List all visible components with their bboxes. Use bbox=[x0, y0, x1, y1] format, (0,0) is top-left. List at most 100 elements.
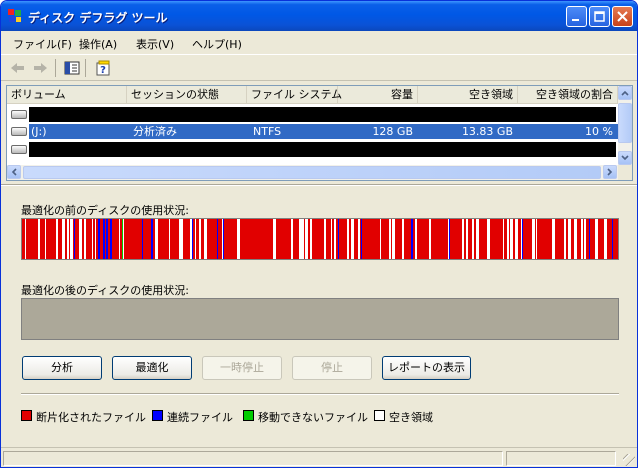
unmovable-stripe bbox=[122, 219, 123, 259]
after-usage-map bbox=[21, 298, 619, 340]
cluster-stripe bbox=[449, 219, 450, 259]
defragment-button[interactable]: 最適化 bbox=[112, 356, 192, 380]
column-header-volume[interactable]: ボリューム bbox=[7, 86, 127, 104]
cluster-stripe bbox=[74, 219, 75, 259]
cluster-stripe bbox=[568, 219, 571, 259]
column-header-free-space[interactable]: 空き領域 bbox=[418, 86, 518, 104]
column-header-session-state[interactable]: セッションの状態 bbox=[127, 86, 247, 104]
horizontal-scrollbar[interactable] bbox=[7, 165, 618, 180]
fragmentation-map bbox=[25, 219, 613, 259]
minimize-button[interactable] bbox=[566, 6, 587, 27]
vertical-scrollbar[interactable] bbox=[618, 86, 632, 165]
defrag-app-icon bbox=[8, 9, 21, 22]
forward-arrow-icon[interactable] bbox=[31, 59, 49, 77]
title-bar[interactable]: ディスク デフラグ ツール bbox=[1, 1, 637, 31]
cluster-stripe bbox=[532, 219, 534, 259]
pane-splitter[interactable] bbox=[1, 184, 637, 186]
cluster-stripe bbox=[70, 219, 73, 259]
cluster-stripe bbox=[305, 219, 308, 259]
cluster-stripe bbox=[351, 219, 354, 259]
cluster-stripe bbox=[522, 219, 523, 259]
cluster-stripe bbox=[195, 219, 196, 259]
cluster-stripe bbox=[190, 219, 192, 259]
volume-capacity: 128 GB bbox=[372, 125, 413, 138]
fragmented-swatch bbox=[21, 410, 32, 421]
redacted-row-content bbox=[29, 107, 616, 122]
scroll-right-button[interactable] bbox=[603, 165, 617, 179]
volume-row[interactable] bbox=[7, 107, 618, 122]
help-icon[interactable]: ? bbox=[94, 59, 112, 77]
cluster-stripe bbox=[389, 219, 391, 259]
chevron-down-icon bbox=[621, 155, 629, 161]
close-icon bbox=[617, 11, 628, 22]
volume-row[interactable] bbox=[7, 142, 618, 157]
cluster-stripe bbox=[564, 219, 566, 259]
cluster-stripe bbox=[199, 219, 201, 259]
free-space-swatch bbox=[374, 410, 385, 421]
view-report-button[interactable]: レポートの表示 bbox=[382, 356, 471, 380]
resize-grip[interactable] bbox=[623, 454, 635, 466]
cluster-stripe bbox=[204, 219, 207, 259]
cluster-stripe bbox=[98, 219, 100, 259]
scroll-left-button[interactable] bbox=[7, 165, 21, 179]
scroll-up-button[interactable] bbox=[618, 86, 632, 100]
cluster-stripe bbox=[581, 219, 583, 259]
cluster-stripe bbox=[182, 219, 183, 259]
maximize-icon bbox=[594, 11, 605, 22]
cluster-stripe bbox=[604, 219, 607, 259]
cluster-stripe bbox=[392, 219, 395, 259]
cluster-stripe bbox=[462, 219, 464, 259]
cluster-stripe bbox=[521, 219, 522, 259]
cluster-stripe bbox=[595, 219, 598, 259]
menu-action[interactable]: 操作(A) bbox=[79, 36, 117, 52]
after-usage-label: 最適化の後のディスクの使用状況: bbox=[21, 284, 189, 297]
cluster-stripe bbox=[67, 219, 69, 259]
cluster-stripe bbox=[448, 219, 449, 259]
cluster-stripe bbox=[273, 219, 276, 259]
cluster-stripe bbox=[310, 219, 312, 259]
volume-row-selected[interactable]: (J:) 分析済み NTFS 128 GB 13.83 GB 10 % bbox=[7, 124, 618, 139]
analyze-button[interactable]: 分析 bbox=[22, 356, 102, 380]
volume-name: (J:) bbox=[31, 125, 47, 138]
menu-file[interactable]: ファイル(F) bbox=[13, 36, 72, 52]
cluster-stripe bbox=[123, 219, 124, 259]
close-button[interactable] bbox=[612, 6, 633, 27]
horizontal-scroll-thumb[interactable] bbox=[23, 166, 601, 179]
cluster-stripe bbox=[510, 219, 513, 259]
cluster-stripe bbox=[106, 219, 108, 259]
cluster-stripe bbox=[38, 219, 40, 259]
cluster-stripe bbox=[302, 219, 304, 259]
cluster-stripe bbox=[84, 219, 86, 259]
cluster-stripe bbox=[415, 219, 417, 259]
cluster-stripe bbox=[487, 219, 490, 259]
cluster-stripe bbox=[507, 219, 509, 259]
pause-button[interactable]: 一時停止 bbox=[202, 356, 282, 380]
window-title: ディスク デフラグ ツール bbox=[28, 11, 168, 25]
before-usage-label: 最適化の前のディスクの使用状況: bbox=[21, 204, 189, 217]
stop-button[interactable]: 停止 bbox=[292, 356, 372, 380]
minimize-icon bbox=[572, 19, 579, 21]
scroll-down-button[interactable] bbox=[618, 151, 632, 165]
cluster-stripe bbox=[338, 219, 339, 259]
column-header-file-system[interactable]: ファイル システム bbox=[247, 86, 342, 104]
cluster-stripe bbox=[192, 219, 193, 259]
before-usage-map bbox=[21, 218, 619, 260]
volume-state: 分析済み bbox=[133, 125, 177, 138]
column-header-free-percent[interactable]: 空き領域の割合 bbox=[518, 86, 618, 104]
vertical-scroll-thumb[interactable] bbox=[618, 103, 632, 143]
volume-fs: NTFS bbox=[253, 125, 282, 138]
cluster-stripe bbox=[217, 219, 218, 259]
cluster-stripe bbox=[119, 219, 120, 259]
cluster-stripe bbox=[476, 219, 478, 259]
column-header-capacity[interactable]: 容量 bbox=[338, 86, 418, 104]
menu-view[interactable]: 表示(V) bbox=[136, 36, 174, 52]
cluster-stripe bbox=[536, 219, 537, 259]
menu-help[interactable]: ヘルプ(H) bbox=[192, 36, 242, 52]
volume-list[interactable]: ボリューム セッションの状態 ファイル システム 容量 空き領域 空き領域の割合… bbox=[6, 85, 633, 181]
cluster-stripe bbox=[347, 219, 349, 259]
back-arrow-icon[interactable] bbox=[9, 59, 27, 77]
toolbar-separator bbox=[85, 59, 86, 77]
show-hide-console-tree-icon[interactable] bbox=[63, 59, 81, 77]
drive-icon bbox=[11, 110, 27, 119]
maximize-button[interactable] bbox=[589, 6, 610, 27]
